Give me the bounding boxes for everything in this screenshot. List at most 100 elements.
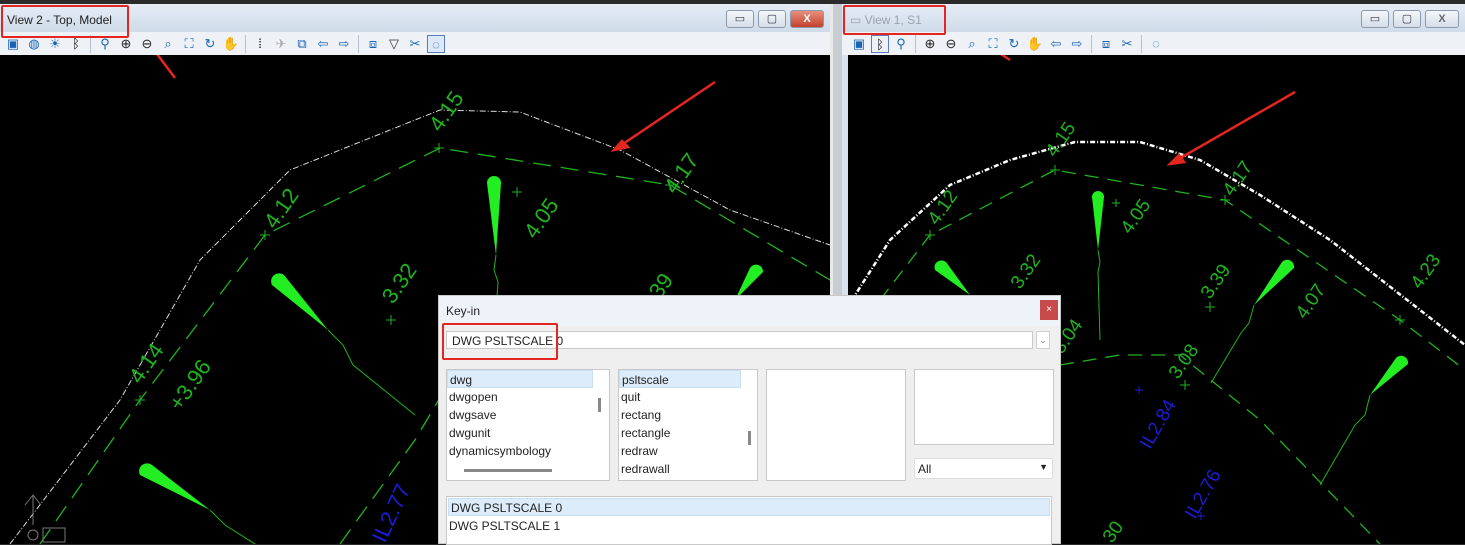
cone-marker — [271, 273, 328, 330]
key-in-close-button[interactable]: × — [1040, 300, 1058, 320]
elevation-label: 4.12 — [259, 183, 304, 232]
camera-icon[interactable]: ◌ — [427, 34, 445, 53]
cone-marker — [1092, 191, 1104, 250]
close-button[interactable]: X — [790, 10, 824, 28]
key-in-history-list[interactable]: DWG PSLTSCALE 0 DWG PSLTSCALE 1 — [446, 496, 1052, 545]
key-in-history-dropdown[interactable]: ⌄ — [1036, 331, 1050, 349]
view-2-title-highlight — [1, 5, 129, 38]
camera-icon[interactable]: ◌ — [1147, 35, 1165, 53]
view-attributes-icon[interactable]: ▣ — [850, 35, 868, 53]
list-item[interactable]: dwg — [447, 370, 593, 388]
brush-icon[interactable]: ⚲ — [892, 35, 910, 53]
invert-label: IL2.84 — [1136, 396, 1181, 453]
fit-view-icon[interactable]: ⛶ — [984, 35, 1002, 53]
next-view-icon[interactable]: ⇨ — [335, 35, 353, 53]
keyword-list-1[interactable]: dwg dwgopen dwgsave dwgunit dynamicsymbo… — [446, 369, 610, 481]
bentley-icon[interactable]: ᛒ — [871, 34, 889, 53]
dropdown-arrow-icon: ▼ — [1039, 462, 1048, 472]
list-item[interactable]: rectang — [619, 406, 757, 424]
maximize-button[interactable]: ▢ — [1393, 10, 1421, 28]
minimize-button[interactable]: ▭ — [726, 10, 754, 28]
horizontal-scrollbar[interactable] — [464, 469, 552, 472]
list-item[interactable]: quit — [619, 388, 757, 406]
cone-marker — [1254, 259, 1295, 305]
rotate-view-icon[interactable]: ↻ — [1005, 35, 1023, 53]
next-view-icon[interactable]: ⇨ — [1068, 35, 1086, 53]
window-area-icon[interactable]: ⌕ — [963, 35, 981, 53]
elevation-label: 4.15 — [424, 86, 469, 135]
list-item[interactable]: psltscale — [619, 370, 741, 388]
elevation-label: 3.08 — [1165, 341, 1203, 383]
elevation-label: 3.32 — [1007, 251, 1045, 293]
rotate-view-icon[interactable]: ↻ — [201, 35, 219, 53]
vertical-scrollbar[interactable] — [598, 398, 601, 412]
cone-marker — [934, 260, 970, 295]
branch-lines — [1097, 249, 1371, 486]
history-item[interactable]: DWG PSLTSCALE 0 — [448, 498, 1050, 516]
key-in-input-highlight — [442, 323, 558, 360]
annotation-arrows — [156, 55, 716, 153]
elevation-label: 4.23 — [1407, 251, 1445, 293]
keyword-list-4[interactable] — [914, 369, 1054, 445]
fly-icon[interactable]: ✈ — [272, 35, 290, 53]
clip-mask-icon[interactable]: ✂ — [406, 35, 424, 53]
clip-volume-icon[interactable]: ▽ — [385, 35, 403, 53]
view-1-toolbar: ▣ ᛒ ⚲ ⊕ ⊖ ⌕ ⛶ ↻ ✋ ⇦ ⇨ ⧈ ✂ ◌ — [842, 32, 1465, 55]
key-in-dialog: Key-in × DWG PSLTSCALE 0 ⌄ dwg dwgopen d… — [438, 295, 1061, 545]
cone-marker — [139, 463, 210, 510]
keyword-list-2[interactable]: psltscale quit rectang rectangle redraw … — [618, 369, 758, 481]
elevation-label: 4.05 — [1117, 196, 1155, 238]
elevation-label: 30 — [1099, 518, 1128, 544]
elevation-label: 4.14 — [124, 338, 169, 387]
cone-marker — [487, 176, 501, 255]
list-item[interactable]: dwgsave — [447, 406, 609, 424]
pan-icon[interactable]: ✋ — [222, 35, 240, 53]
view-1-title-highlight — [843, 5, 946, 35]
list-item[interactable]: rectangle — [619, 424, 757, 442]
dashed-contour — [1059, 354, 1381, 544]
axis-triad-icon — [24, 494, 66, 543]
key-in-title: Key-in — [439, 296, 1060, 326]
elevation-label: 4.05 — [519, 193, 564, 242]
zoom-out-icon[interactable]: ⊖ — [138, 35, 156, 53]
fit-view-icon[interactable]: ⛶ — [180, 35, 198, 53]
filter-select[interactable]: All ▼ — [914, 458, 1053, 479]
invert-label: IL2.76 — [1181, 466, 1226, 522]
close-button[interactable]: X — [1425, 10, 1459, 28]
list-item[interactable]: dwgopen — [447, 388, 609, 406]
elevation-label: 4.07 — [1292, 281, 1330, 323]
elevation-label: 4.17 — [659, 148, 704, 197]
zoom-in-icon[interactable]: ⊕ — [921, 35, 939, 53]
vertical-scrollbar[interactable] — [748, 431, 751, 445]
list-item[interactable]: dwgunit — [447, 424, 609, 442]
pan-icon[interactable]: ✋ — [1026, 35, 1044, 53]
clip-mask-icon[interactable]: ✂ — [1118, 35, 1136, 53]
walk-icon[interactable]: ⁞ — [251, 35, 269, 53]
separator — [245, 34, 246, 53]
previous-view-icon[interactable]: ⇦ — [314, 35, 332, 53]
list-item[interactable]: dynamicsymbology — [447, 442, 609, 460]
elevation-label: 3.39 — [1197, 261, 1235, 303]
previous-view-icon[interactable]: ⇦ — [1047, 35, 1065, 53]
zoom-out-icon[interactable]: ⊖ — [942, 35, 960, 53]
elevation-label: 4.15 — [1042, 119, 1080, 161]
filter-value: All — [918, 462, 932, 476]
keyword-list-3[interactable] — [766, 369, 906, 481]
elevation-label: 4.12 — [924, 187, 962, 229]
list-item[interactable]: redrawall — [619, 460, 757, 478]
separator — [1091, 34, 1092, 53]
separator — [358, 34, 359, 53]
view-toggle-icon[interactable]: ⧈ — [1097, 35, 1115, 53]
elevation-label: 4.17 — [1219, 158, 1257, 200]
elevation-label: 3.32 — [377, 258, 422, 307]
view-toggle-icon[interactable]: ⧈ — [364, 35, 382, 53]
list-item[interactable]: redraw — [619, 442, 757, 460]
invert-label: IL2.77 — [367, 480, 416, 544]
cone-marker — [1370, 355, 1409, 395]
separator — [915, 34, 916, 53]
minimize-button[interactable]: ▭ — [1361, 10, 1389, 28]
history-item[interactable]: DWG PSLTSCALE 1 — [447, 517, 1051, 535]
window-area-icon[interactable]: ⌕ — [159, 35, 177, 53]
maximize-button[interactable]: ▢ — [758, 10, 786, 28]
copy-view-icon[interactable]: ⧉ — [293, 35, 311, 53]
